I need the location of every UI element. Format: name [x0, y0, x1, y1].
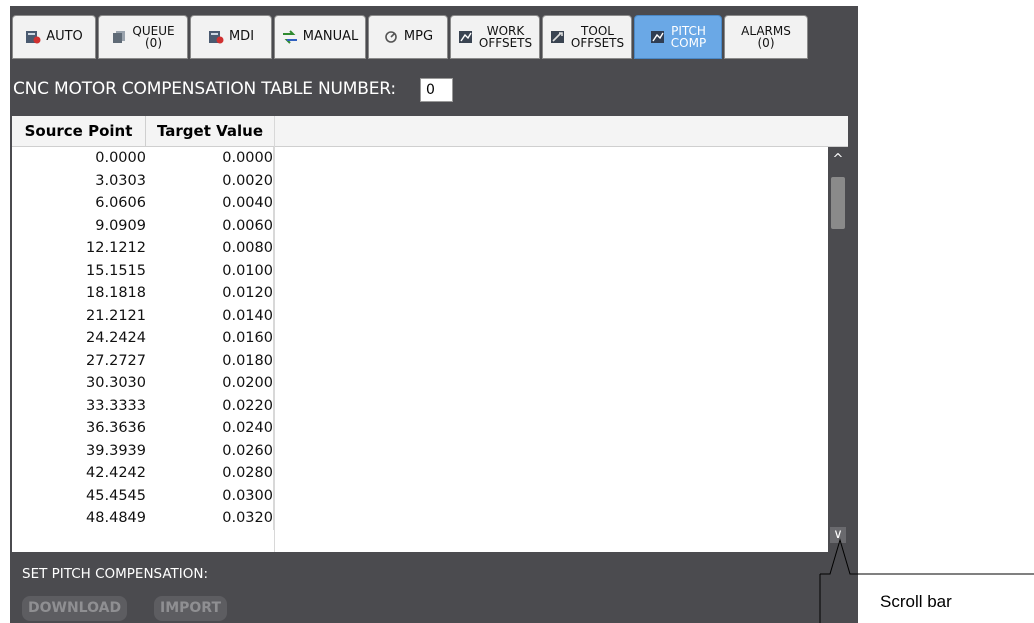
callout-pointer: [819, 538, 1034, 623]
callout-label: Scroll bar: [880, 592, 952, 611]
